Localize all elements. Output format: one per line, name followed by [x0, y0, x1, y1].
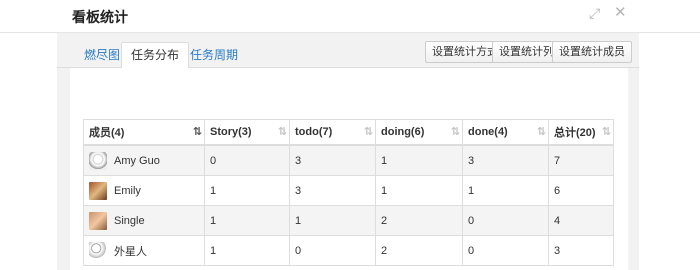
cell-total: 4	[548, 205, 614, 236]
sort-icon[interactable]: ⇅	[602, 125, 611, 138]
sort-icon[interactable]: ⇅	[193, 125, 202, 138]
table-row: Amy Guo 0 3 1 3 7	[83, 144, 614, 176]
member-name: 外星人	[114, 245, 147, 258]
sort-icon[interactable]: ⇅	[451, 125, 460, 138]
cell-todo: 1	[289, 205, 376, 236]
cell-doing: 2	[375, 235, 463, 266]
sort-icon[interactable]: ⇅	[364, 125, 373, 138]
dialog-title: 看板统计	[72, 9, 128, 25]
member-name: Emily	[114, 184, 141, 197]
cell-done: 0	[462, 205, 549, 236]
avatar-icon	[89, 211, 107, 230]
sort-icon[interactable]: ⇅	[278, 125, 287, 138]
avatar-icon	[89, 151, 107, 170]
column-header-doing[interactable]: doing(6) ⇅	[375, 119, 463, 146]
cell-done: 1	[462, 175, 549, 206]
tab-task-distribution[interactable]: 任务分布	[121, 42, 190, 69]
column-header-story[interactable]: Story(3) ⇅	[204, 119, 290, 146]
set-columns-button[interactable]: 设置统计列	[492, 41, 561, 63]
cell-total: 3	[548, 235, 614, 266]
table-row: Emily 1 3 1 1 6	[83, 175, 614, 206]
expand-icon[interactable]: ⤢	[589, 5, 600, 21]
cell-story: 0	[204, 144, 290, 176]
dialog-header: 看板统计 ⤢ ✕	[0, 0, 700, 33]
cell-total: 6	[548, 175, 614, 206]
table-header-row: 成员(4) ⇅ Story(3) ⇅ todo(7) ⇅ doing(6) ⇅ done…	[83, 119, 614, 146]
table-row: Single 1 1 2 0 4	[83, 205, 614, 236]
cell-total: 7	[548, 144, 614, 176]
member-name: Amy Guo	[114, 154, 160, 167]
cell-doing: 1	[375, 144, 463, 176]
column-header-todo[interactable]: todo(7) ⇅	[289, 119, 376, 146]
stats-table: 成员(4) ⇅ Story(3) ⇅ todo(7) ⇅ doing(6) ⇅ done…	[83, 119, 614, 266]
close-icon[interactable]: ✕	[614, 5, 627, 21]
cell-todo: 0	[289, 235, 376, 266]
sort-icon[interactable]: ⇅	[537, 125, 546, 138]
cell-doing: 1	[375, 175, 463, 206]
column-header-member[interactable]: 成员(4) ⇅	[83, 119, 205, 146]
column-header-done[interactable]: done(4) ⇅	[462, 119, 549, 146]
member-name: Single	[114, 214, 145, 227]
cell-done: 3	[462, 144, 549, 176]
cell-todo: 3	[289, 144, 376, 176]
cell-story: 1	[204, 175, 290, 206]
cell-todo: 3	[289, 175, 376, 206]
avatar-icon	[89, 241, 107, 260]
table-row: 外星人 1 0 2 0 3	[83, 235, 614, 266]
cell-doing: 2	[375, 205, 463, 236]
cell-done: 0	[462, 235, 549, 266]
tab-task-cycle[interactable]: 任务周期	[181, 43, 247, 68]
cell-story: 1	[204, 205, 290, 236]
column-header-total[interactable]: 总计(20) ⇅	[548, 119, 614, 146]
avatar-icon	[89, 181, 107, 200]
cell-story: 1	[204, 235, 290, 266]
set-members-button[interactable]: 设置统计成员	[552, 41, 632, 63]
